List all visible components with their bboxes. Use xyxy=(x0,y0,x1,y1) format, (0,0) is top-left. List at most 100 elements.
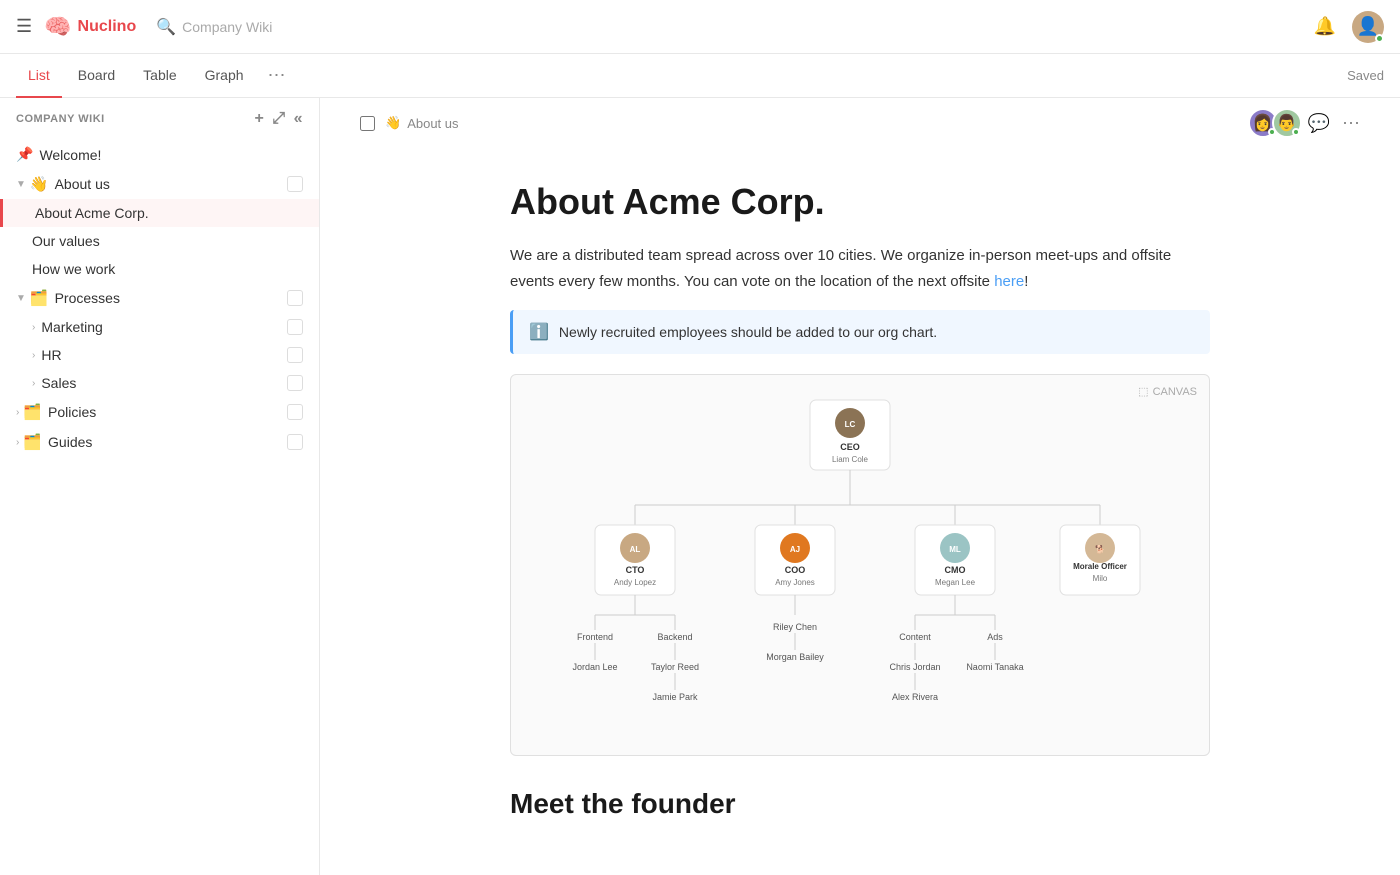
svg-text:Jamie Park: Jamie Park xyxy=(652,692,698,702)
workspace-label: COMPANY WIKI xyxy=(16,113,105,125)
more-options-icon[interactable]: ⋯ xyxy=(1342,113,1360,134)
sidebar-item-label: Processes xyxy=(55,290,120,306)
sidebar-item-label: How we work xyxy=(32,261,115,277)
sidebar-item-how-we-work[interactable]: How we work xyxy=(0,255,319,283)
pin-icon: 📌 xyxy=(16,146,33,163)
chevron-right-icon: › xyxy=(32,378,35,389)
breadcrumb-bar: 👋 About us 👩 👨 💬 ⋯ xyxy=(320,98,1400,148)
collab-avatar-2: 👨 xyxy=(1272,108,1302,138)
svg-text:Frontend: Frontend xyxy=(577,632,613,642)
add-item-button[interactable]: + xyxy=(254,110,264,128)
svg-text:Backend: Backend xyxy=(657,632,692,642)
canvas-label-text: CANVAS xyxy=(1153,386,1197,398)
svg-text:Milo: Milo xyxy=(1093,574,1108,583)
svg-text:Andy Lopez: Andy Lopez xyxy=(614,578,656,587)
svg-text:Amy Jones: Amy Jones xyxy=(775,578,815,587)
svg-text:Taylor Reed: Taylor Reed xyxy=(651,662,699,672)
hamburger-menu[interactable]: ☰ xyxy=(16,16,32,37)
org-chart-svg: LC CEO Liam Cole xyxy=(540,395,1180,735)
sidebar-item-sales[interactable]: › Sales xyxy=(0,369,319,397)
logo-text: Nuclino xyxy=(78,18,137,36)
tab-table[interactable]: Table xyxy=(131,54,188,98)
chevron-right-icon: › xyxy=(32,350,35,361)
notification-bell-icon[interactable]: 🔔 xyxy=(1314,16,1336,37)
search-bar[interactable]: 🔍 Company Wiki xyxy=(156,17,1313,37)
item-checkbox[interactable] xyxy=(287,290,303,306)
sidebar-item-label: Sales xyxy=(41,375,76,391)
svg-text:AL: AL xyxy=(630,545,641,554)
user-avatar[interactable]: 👤 xyxy=(1352,11,1384,43)
org-chart-canvas: ⬚ CANVAS LC CEO Liam Cole xyxy=(510,374,1210,756)
top-nav: ☰ 🧠 Nuclino 🔍 Company Wiki 🔔 👤 xyxy=(0,0,1400,54)
online-status-dot xyxy=(1375,34,1384,43)
chevron-right-icon: › xyxy=(16,437,19,448)
logo[interactable]: 🧠 Nuclino xyxy=(44,14,136,40)
svg-text:ML: ML xyxy=(949,545,961,554)
svg-text:🐕: 🐕 xyxy=(1095,544,1105,554)
svg-text:Riley Chen: Riley Chen xyxy=(773,622,817,632)
sidebar-item-label: Guides xyxy=(48,434,92,450)
sidebar-item-label: Welcome! xyxy=(39,147,101,163)
breadcrumb-icon: 👋 xyxy=(385,115,401,131)
collaborator-avatars: 👩 👨 xyxy=(1248,108,1296,138)
search-placeholder: Company Wiki xyxy=(182,19,272,35)
sidebar-item-welcome[interactable]: 📌 Welcome! xyxy=(0,140,319,169)
canvas-label: ⬚ CANVAS xyxy=(1138,385,1197,398)
saved-label: Saved xyxy=(1347,68,1384,83)
item-checkbox[interactable] xyxy=(287,319,303,335)
sidebar-item-label: Policies xyxy=(48,404,96,420)
body-paragraph-1: We are a distributed team spread across … xyxy=(510,243,1210,294)
content-area: 👋 About us 👩 👨 💬 ⋯ Abo xyxy=(320,98,1400,875)
svg-text:AJ: AJ xyxy=(790,545,800,554)
sidebar-item-about-acme[interactable]: About Acme Corp. xyxy=(0,199,319,227)
expand-icon[interactable]: ⤢ xyxy=(272,110,285,128)
chevron-down-icon: ▼ xyxy=(16,293,26,304)
sidebar-item-processes[interactable]: ▼ 🗂️ Processes xyxy=(0,283,319,313)
body-text-end: ! xyxy=(1024,273,1028,290)
sidebar-header: COMPANY WIKI + ⤢ « xyxy=(0,98,319,140)
item-checkbox[interactable] xyxy=(287,375,303,391)
svg-text:CMO: CMO xyxy=(945,565,966,575)
body-link[interactable]: here xyxy=(994,273,1024,290)
collapse-sidebar-icon[interactable]: « xyxy=(294,110,303,128)
tab-more-icon[interactable]: ⋯ xyxy=(264,65,290,86)
content-inner: About Acme Corp. We are a distributed te… xyxy=(470,148,1250,875)
body-text-1: We are a distributed team spread across … xyxy=(510,247,1171,290)
svg-text:CTO: CTO xyxy=(626,565,645,575)
sidebar-item-about-us[interactable]: ▼ 👋 About us xyxy=(0,169,319,199)
page-checkbox[interactable] xyxy=(360,116,375,131)
sidebar-item-marketing[interactable]: › Marketing xyxy=(0,313,319,341)
page-title: About Acme Corp. xyxy=(510,180,1210,223)
sidebar-item-hr[interactable]: › HR xyxy=(0,341,319,369)
main-layout: COMPANY WIKI + ⤢ « 📌 Welcome! ▼ 👋 About … xyxy=(0,98,1400,875)
tab-graph[interactable]: Graph xyxy=(193,54,256,98)
tab-board[interactable]: Board xyxy=(66,54,127,98)
about-us-emoji: 👋 xyxy=(30,175,49,193)
canvas-icon: ⬚ xyxy=(1138,385,1148,398)
item-checkbox[interactable] xyxy=(287,347,303,363)
svg-text:CEO: CEO xyxy=(840,442,860,452)
item-checkbox[interactable] xyxy=(287,176,303,192)
sidebar-header-actions: + ⤢ « xyxy=(254,110,303,128)
svg-text:Liam Cole: Liam Cole xyxy=(832,455,869,464)
breadcrumb-link[interactable]: About us xyxy=(407,116,458,131)
sidebar-item-policies[interactable]: › 🗂️ Policies xyxy=(0,397,319,427)
svg-text:Morale Officer: Morale Officer xyxy=(1073,562,1127,571)
svg-text:Alex Rivera: Alex Rivera xyxy=(892,692,938,702)
svg-text:COO: COO xyxy=(785,565,806,575)
chevron-right-icon: › xyxy=(32,322,35,333)
sidebar-item-our-values[interactable]: Our values xyxy=(0,227,319,255)
item-checkbox[interactable] xyxy=(287,404,303,420)
tab-list[interactable]: List xyxy=(16,54,62,98)
svg-text:Content: Content xyxy=(899,632,931,642)
nav-right: 🔔 👤 xyxy=(1314,11,1384,43)
logo-brain-icon: 🧠 xyxy=(44,14,71,40)
breadcrumb: 👋 About us xyxy=(360,115,459,131)
item-checkbox[interactable] xyxy=(287,434,303,450)
sidebar-item-guides[interactable]: › 🗂️ Guides xyxy=(0,427,319,457)
svg-text:Jordan Lee: Jordan Lee xyxy=(572,662,617,672)
comment-icon[interactable]: 💬 xyxy=(1308,113,1330,134)
info-icon: ℹ️ xyxy=(529,322,549,342)
svg-text:Ads: Ads xyxy=(987,632,1003,642)
sidebar-item-label: Our values xyxy=(32,233,100,249)
